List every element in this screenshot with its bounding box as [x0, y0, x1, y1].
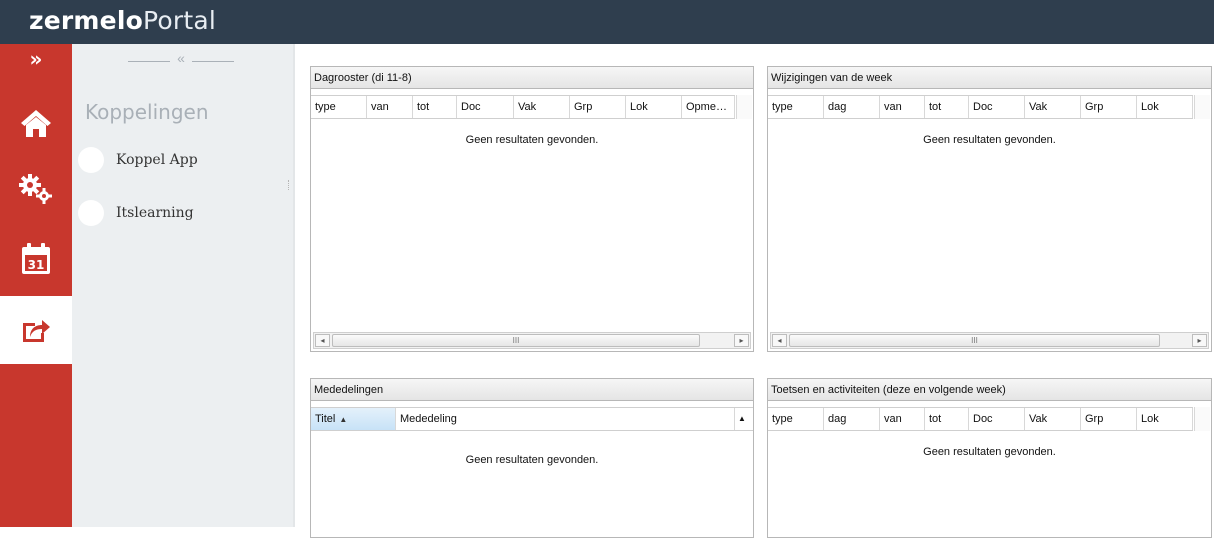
horizontal-scrollbar[interactable]: ◂ III ▸ [770, 332, 1209, 349]
sidebar-item-koppel-app[interactable]: Koppel App [78, 146, 198, 174]
grid-header: type dag van tot Doc Vak Grp Lok [768, 407, 1193, 431]
scroll-up-icon[interactable]: ▲ [735, 408, 753, 430]
nav-item-koppelingen[interactable] [0, 296, 72, 364]
brand-bold-text: zermelo [29, 6, 143, 35]
panel-title: Dagrooster (di 11-8) [311, 67, 753, 89]
scroll-thumb[interactable]: III [789, 334, 1160, 347]
column-header-lok[interactable]: Lok [1137, 408, 1193, 430]
empty-message: Geen resultaten gevonden. [465, 134, 599, 146]
grid-header: Titel ▲ Mededeling ▲ [311, 407, 753, 431]
panel-title: Toetsen en activiteiten (deze en volgend… [768, 379, 1211, 401]
panel-title: Mededelingen [311, 379, 753, 401]
nav-item-settings[interactable] [0, 158, 72, 220]
app-logo[interactable]: zermeloPortal [29, 6, 216, 35]
column-header-type[interactable]: type [768, 408, 824, 430]
column-header-lok[interactable]: Lok [626, 96, 682, 118]
panel-mededelingen: Mededelingen Titel ▲ Mededeling ▲ Geen re… [310, 378, 754, 538]
collapse-chevron-icon: « [177, 50, 185, 66]
horizontal-scrollbar[interactable]: ◂ III ▸ [313, 332, 751, 349]
sub-sidebar: « Koppelingen Koppel App Itslearning [72, 44, 293, 527]
column-header-titel[interactable]: Titel ▲ [311, 408, 396, 430]
sidebar-title: Koppelingen [85, 100, 209, 124]
column-header-vak[interactable]: Vak [514, 96, 570, 118]
column-header-label: Titel [315, 413, 336, 425]
panel-wijzigingen: Wijzigingen van de week type dag van tot… [767, 66, 1212, 352]
expand-nav-button[interactable]: » [0, 44, 72, 78]
sidebar-item-itslearning[interactable]: Itslearning [78, 199, 194, 227]
grid-header: type van tot Doc Vak Grp Lok Opme… [311, 95, 735, 119]
column-header-tot[interactable]: tot [925, 96, 969, 118]
sidebar-item-label: Itslearning [116, 205, 194, 221]
home-icon [21, 110, 51, 137]
calendar-day-text: 31 [28, 258, 45, 272]
column-header-dag[interactable]: dag [824, 408, 880, 430]
column-header-vak[interactable]: Vak [1025, 408, 1081, 430]
scroll-left-icon[interactable]: ◂ [772, 334, 787, 347]
column-header-tot[interactable]: tot [925, 408, 969, 430]
main-nav: » 31 [0, 44, 72, 527]
scroll-corner [1194, 407, 1210, 431]
panel-toetsen: Toetsen en activiteiten (deze en volgend… [767, 378, 1212, 538]
top-header: zermeloPortal [0, 0, 1214, 44]
column-header-vak[interactable]: Vak [1025, 96, 1081, 118]
column-header-grp[interactable]: Grp [570, 96, 626, 118]
column-header-tot[interactable]: tot [413, 96, 457, 118]
column-header-van[interactable]: van [880, 96, 925, 118]
panel-title: Wijzigingen van de week [768, 67, 1211, 89]
scroll-right-icon[interactable]: ▸ [1192, 334, 1207, 347]
column-header-doc[interactable]: Doc [969, 96, 1025, 118]
scroll-right-icon[interactable]: ▸ [734, 334, 749, 347]
empty-message: Geen resultaten gevonden. [923, 134, 1056, 146]
column-header-doc[interactable]: Doc [457, 96, 514, 118]
empty-message: Geen resultaten gevonden. [923, 446, 1056, 458]
sort-ascending-icon: ▲ [339, 415, 348, 424]
column-header-mededeling[interactable]: Mededeling [396, 408, 735, 430]
share-icon [23, 320, 50, 342]
column-header-type[interactable]: type [768, 96, 824, 118]
collapse-line-left [128, 61, 170, 62]
brand-light-text: Portal [143, 6, 217, 35]
nav-filler [0, 364, 72, 527]
status-dot-icon [78, 200, 104, 226]
column-header-lok[interactable]: Lok [1137, 96, 1193, 118]
collapse-sidebar-button[interactable]: « [128, 50, 234, 69]
grid-header: type dag van tot Doc Vak Grp Lok [768, 95, 1193, 119]
scroll-left-icon[interactable]: ◂ [315, 334, 330, 347]
column-header-van[interactable]: van [880, 408, 925, 430]
gears-icon [19, 174, 52, 204]
sidebar-divider [293, 44, 295, 527]
column-header-dag[interactable]: dag [824, 96, 880, 118]
column-header-grp[interactable]: Grp [1081, 96, 1137, 118]
panel-dagrooster: Dagrooster (di 11-8) type van tot Doc Va… [310, 66, 754, 352]
column-header-van[interactable]: van [367, 96, 413, 118]
collapse-line-right [192, 61, 234, 62]
calendar-icon: 31 [22, 243, 50, 274]
column-header-type[interactable]: type [311, 96, 367, 118]
scroll-corner [736, 95, 752, 119]
column-header-opmerking[interactable]: Opme… [682, 96, 735, 118]
column-header-grp[interactable]: Grp [1081, 408, 1137, 430]
scroll-corner [1194, 95, 1210, 119]
resize-grip[interactable] [288, 180, 291, 190]
empty-message: Geen resultaten gevonden. [465, 454, 599, 466]
nav-item-home[interactable] [0, 92, 72, 154]
scroll-thumb[interactable]: III [332, 334, 700, 347]
sidebar-item-label: Koppel App [116, 152, 198, 168]
nav-item-calendar[interactable]: 31 [0, 228, 72, 290]
status-dot-icon [78, 147, 104, 173]
column-header-doc[interactable]: Doc [969, 408, 1025, 430]
